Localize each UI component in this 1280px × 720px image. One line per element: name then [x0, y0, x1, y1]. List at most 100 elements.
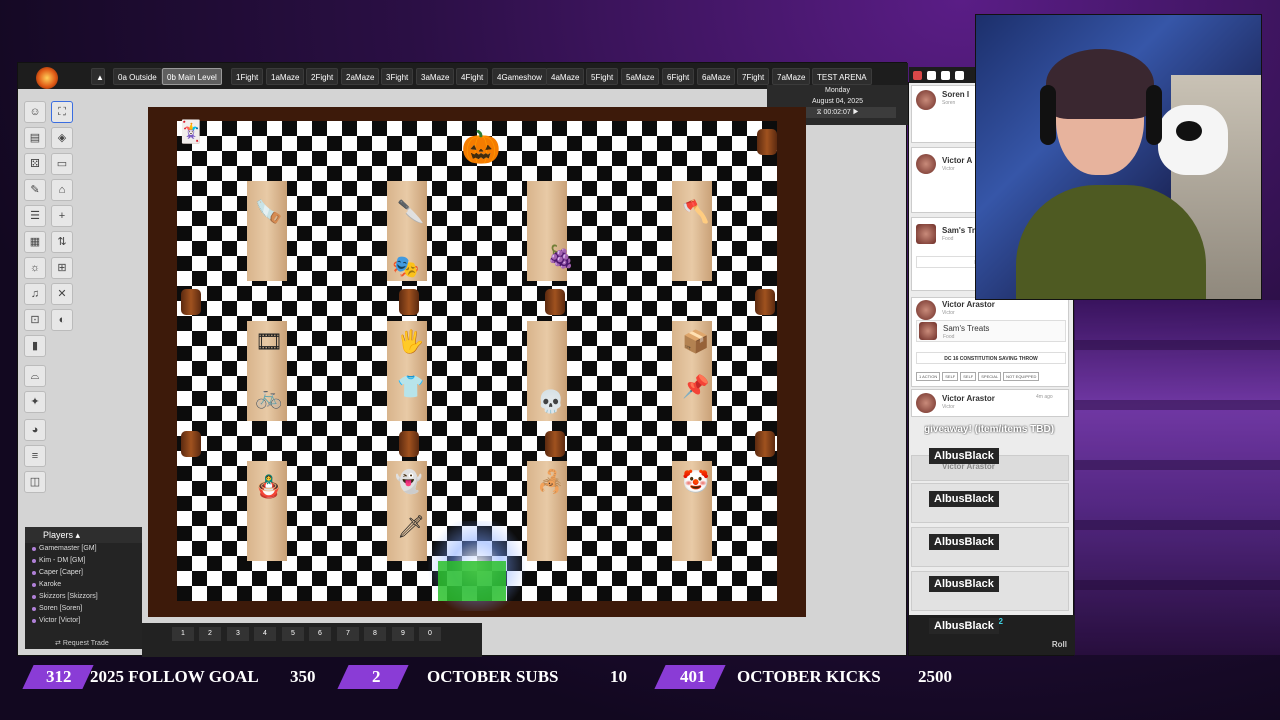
item-card[interactable]: Sam's Treats Food	[916, 320, 1066, 342]
page-tab[interactable]: 3Fight	[381, 68, 414, 85]
layers-icon[interactable]: ◫	[24, 471, 46, 493]
pencil-icon[interactable]: ✎	[24, 179, 46, 201]
wand-icon[interactable]: ✦	[24, 391, 46, 413]
puppet-token[interactable]: 🎞	[255, 331, 283, 353]
fullscreen-icon[interactable]: ⛶	[51, 101, 73, 123]
tricycle-token[interactable]: 🚲	[255, 386, 282, 408]
page-tab[interactable]: 1Fight	[231, 68, 264, 85]
app-logo-icon[interactable]	[36, 67, 58, 89]
saving-throw-button[interactable]: DC 16 CONSTITUTION SAVING THROW	[916, 352, 1066, 364]
lightbulb-icon[interactable]: ☼	[24, 257, 46, 279]
page-tab[interactable]: 5Fight	[586, 68, 619, 85]
page-tab[interactable]: 4Fight	[456, 68, 489, 85]
swords-icon[interactable]: ✕	[51, 283, 73, 305]
palette-icon[interactable]: ◐	[51, 309, 73, 331]
page-tab[interactable]: 2Fight	[306, 68, 339, 85]
player-row[interactable]: Karoke	[25, 579, 142, 591]
player-row[interactable]: Gamemaster [GM]	[25, 543, 142, 555]
bookmark-icon[interactable]: ▮	[24, 335, 46, 357]
sort-icon[interactable]: ⇅	[51, 231, 73, 253]
collapse-toolbar-button[interactable]: ▲	[91, 68, 105, 85]
list-icon[interactable]	[955, 71, 964, 80]
macro-slot[interactable]: 3	[227, 627, 249, 641]
list-icon[interactable]: ≡	[24, 445, 46, 467]
page-tab[interactable]: 2aMaze	[341, 68, 380, 85]
player-row[interactable]: Kim - DM [GM]	[25, 555, 142, 567]
page-tab[interactable]: 0a Outside	[113, 68, 162, 85]
request-trade-button[interactable]: ⇄ Request Trade	[55, 639, 109, 647]
helmet-icon[interactable]: ⌓	[24, 365, 46, 387]
barrel-token[interactable]	[545, 289, 565, 315]
macro-slot[interactable]: 0	[419, 627, 441, 641]
player-row[interactable]: Soren [Soren]	[25, 603, 142, 615]
page-tab[interactable]: 4aMaze	[546, 68, 585, 85]
token-plank[interactable]	[672, 181, 712, 281]
corner-token[interactable]: 🃏	[177, 121, 204, 143]
player-row[interactable]: Victor [Victor]	[25, 615, 142, 627]
token-plank[interactable]	[247, 181, 287, 281]
puzzle-box-token[interactable]: 📦	[682, 331, 709, 353]
grid-icon[interactable]: ⊡	[24, 309, 46, 331]
glove-token[interactable]: 🖐	[397, 331, 424, 353]
machete-token[interactable]: 🔪	[397, 201, 424, 223]
axe-token[interactable]: 🪓	[682, 201, 709, 223]
page-tab[interactable]: 7Fight	[737, 68, 770, 85]
player-tokens-area[interactable]	[438, 561, 506, 601]
barrel-token[interactable]	[399, 289, 419, 315]
text-icon[interactable]: ☰	[24, 205, 46, 227]
page-tab-active[interactable]: 0b Main Level	[162, 68, 222, 85]
barrel-token[interactable]	[181, 289, 201, 315]
barrel-token[interactable]	[399, 431, 419, 457]
folder-icon[interactable]: ▭	[51, 153, 73, 175]
page-tab[interactable]: 3aMaze	[416, 68, 455, 85]
select-icon[interactable]: ☺	[24, 101, 46, 123]
barrel-token[interactable]	[181, 431, 201, 457]
chat-icon[interactable]	[913, 71, 922, 80]
ghostface-token[interactable]: 👻	[395, 471, 422, 493]
chainsaw-token[interactable]: 🪚	[255, 201, 282, 223]
home-icon[interactable]: ⌂	[51, 179, 73, 201]
layout-icon[interactable]: ⊞	[51, 257, 73, 279]
sweater-token[interactable]: 👕	[397, 376, 424, 398]
cube-icon[interactable]: ◈	[51, 127, 73, 149]
page-tab[interactable]: 6aMaze	[697, 68, 736, 85]
pins-token[interactable]: 📌	[682, 376, 709, 398]
close-icon[interactable]	[927, 71, 936, 80]
page-tab[interactable]: 5aMaze	[621, 68, 660, 85]
mask-hockey-token[interactable]: 💀	[537, 391, 564, 413]
pumpkin-token[interactable]: 🎃	[461, 131, 501, 163]
page-tab[interactable]: TEST ARENA	[812, 68, 872, 85]
player-row[interactable]: Skizzors [Skizzors]	[25, 591, 142, 603]
page-tab[interactable]: 6Fight	[662, 68, 695, 85]
mask-token[interactable]: 🎭	[392, 256, 419, 278]
players-header[interactable]: Players ▴	[25, 527, 142, 543]
macro-slot[interactable]: 2	[199, 627, 221, 641]
plus-icon[interactable]: +	[51, 205, 73, 227]
page-tab[interactable]: 7aMaze	[772, 68, 811, 85]
scorpion-token[interactable]: 🦂	[537, 471, 564, 493]
macro-slot[interactable]: 6	[309, 627, 331, 641]
music-icon[interactable]: ♫	[24, 283, 46, 305]
doll-token[interactable]: 🪆	[255, 476, 282, 498]
barrel-token[interactable]	[755, 431, 775, 457]
macro-slot[interactable]: 7	[337, 627, 359, 641]
color-icon[interactable]: ◕	[24, 419, 46, 441]
journal-icon[interactable]: ▤	[24, 127, 46, 149]
player-row[interactable]: Caper [Caper]	[25, 567, 142, 579]
clown-token[interactable]: 🤡	[682, 471, 709, 493]
roll-button[interactable]: Roll	[1052, 640, 1067, 649]
barrel-token[interactable]	[757, 129, 777, 155]
macro-slot[interactable]: 5	[282, 627, 304, 641]
macro-slot[interactable]: 1	[172, 627, 194, 641]
book-icon[interactable]	[941, 71, 950, 80]
dice-icon[interactable]: ⚄	[24, 153, 46, 175]
barrel-token[interactable]	[545, 431, 565, 457]
knife-token[interactable]: 🗡	[397, 516, 425, 538]
berries-token[interactable]: 🍇	[547, 246, 574, 268]
checkerboard-map[interactable]: 🎃 🪚 🔪 🎭 🍇 🪓 🎞 🚲 🖐 👕 💀 📦 📌 🪆 👻 🗡 🦂 🤡 🃏	[177, 121, 777, 611]
macro-slot[interactable]: 8	[364, 627, 386, 641]
macro-slot[interactable]: 9	[392, 627, 414, 641]
macro-slot[interactable]: 4	[254, 627, 276, 641]
building-icon[interactable]: ▦	[24, 231, 46, 253]
page-tab[interactable]: 1aMaze	[266, 68, 305, 85]
